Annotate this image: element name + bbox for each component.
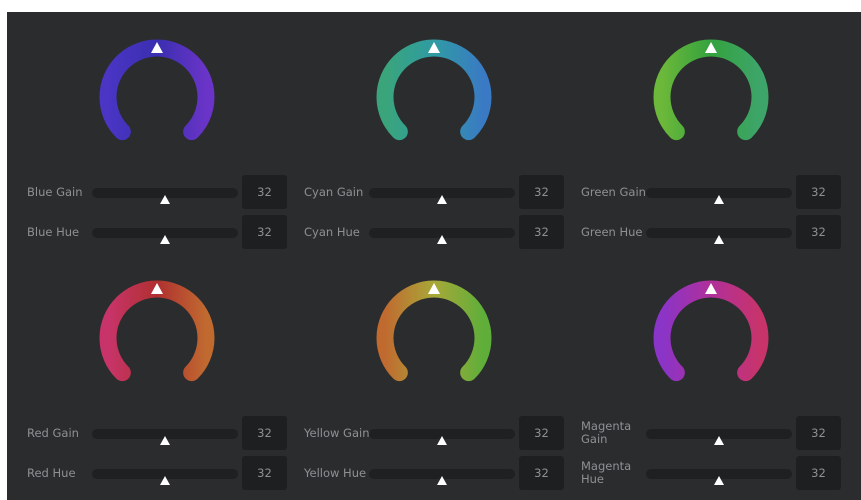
cyan-hue-value-field[interactable]: 32 <box>519 215 564 249</box>
yellow-color-group: Yellow Gain 32 Yellow Hue 32 <box>284 253 564 494</box>
magenta-dial-arc[interactable] <box>653 280 769 382</box>
cyan-gain-row: Cyan Gain 32 <box>284 175 564 209</box>
cyan-hue-label: Cyan Hue <box>304 224 360 239</box>
red-gain-value-field[interactable]: 32 <box>242 416 287 450</box>
green-hue-dial[interactable] <box>641 35 779 155</box>
red-hue-dial[interactable] <box>87 276 225 396</box>
blue-dial-arc[interactable] <box>99 39 215 141</box>
green-gain-label: Green Gain <box>581 184 646 199</box>
green-hue-label: Green Hue <box>581 224 643 239</box>
cyan-hue-row: Cyan Hue 32 <box>284 215 564 249</box>
magenta-hue-row: Magenta Hue 32 <box>561 456 841 490</box>
red-gain-row: Red Gain 32 <box>7 416 287 450</box>
magenta-gain-value-field[interactable]: 32 <box>796 416 841 450</box>
blue-hue-dial[interactable] <box>87 35 225 155</box>
color-adjustment-panel: Blue Gain 32 Blue Hue 32 Cyan Gain 32 Cyan Hue… <box>7 12 861 500</box>
blue-gain-label: Blue Gain <box>27 184 83 199</box>
cyan-color-group: Cyan Gain 32 Cyan Hue 32 <box>284 12 564 253</box>
blue-hue-row: Blue Hue 32 <box>7 215 287 249</box>
red-gain-slider-thumb[interactable] <box>160 436 170 445</box>
green-dial-arc[interactable] <box>653 39 769 141</box>
green-gain-slider-thumb[interactable] <box>714 195 724 204</box>
red-hue-value-field[interactable]: 32 <box>242 456 287 490</box>
red-dial-arc[interactable] <box>99 280 215 382</box>
yellow-hue-value-field[interactable]: 32 <box>519 456 564 490</box>
cyan-gain-slider-thumb[interactable] <box>437 195 447 204</box>
blue-hue-label: Blue Hue <box>27 224 80 239</box>
yellow-gain-label: Yellow Gain <box>304 425 370 440</box>
magenta-hue-value-field[interactable]: 32 <box>796 456 841 490</box>
green-gain-value-field[interactable]: 32 <box>796 175 841 209</box>
yellow-gain-value-field[interactable]: 32 <box>519 416 564 450</box>
cyan-hue-dial[interactable] <box>364 35 502 155</box>
blue-gain-value-field[interactable]: 32 <box>242 175 287 209</box>
blue-hue-slider-thumb[interactable] <box>160 235 170 244</box>
green-gain-row: Green Gain 32 <box>561 175 841 209</box>
cyan-gain-value-field[interactable]: 32 <box>519 175 564 209</box>
green-hue-row: Green Hue 32 <box>561 215 841 249</box>
green-hue-slider-thumb[interactable] <box>714 235 724 244</box>
magenta-gain-label: Magenta Gain <box>581 419 632 446</box>
yellow-gain-slider-thumb[interactable] <box>437 436 447 445</box>
yellow-dial-arc[interactable] <box>376 280 492 382</box>
cyan-hue-slider-thumb[interactable] <box>437 235 447 244</box>
magenta-gain-row: Magenta Gain 32 <box>561 416 841 450</box>
red-hue-row: Red Hue 32 <box>7 456 287 490</box>
magenta-hue-label: Magenta Hue <box>581 459 632 486</box>
cyan-gain-label: Cyan Gain <box>304 184 364 199</box>
magenta-hue-dial[interactable] <box>641 276 779 396</box>
green-hue-value-field[interactable]: 32 <box>796 215 841 249</box>
magenta-gain-slider-thumb[interactable] <box>714 436 724 445</box>
yellow-hue-slider-thumb[interactable] <box>437 476 447 485</box>
red-gain-label: Red Gain <box>27 425 79 440</box>
cyan-dial-arc[interactable] <box>376 39 492 141</box>
red-color-group: Red Gain 32 Red Hue 32 <box>7 253 287 494</box>
red-hue-slider-thumb[interactable] <box>160 476 170 485</box>
magenta-hue-slider-thumb[interactable] <box>714 476 724 485</box>
blue-color-group: Blue Gain 32 Blue Hue 32 <box>7 12 287 253</box>
magenta-color-group: Magenta Gain 32 Magenta Hue 32 <box>561 253 841 494</box>
yellow-hue-label: Yellow Hue <box>304 465 367 480</box>
red-hue-label: Red Hue <box>27 465 76 480</box>
blue-gain-slider-thumb[interactable] <box>160 195 170 204</box>
yellow-gain-row: Yellow Gain 32 <box>284 416 564 450</box>
yellow-hue-row: Yellow Hue 32 <box>284 456 564 490</box>
blue-gain-row: Blue Gain 32 <box>7 175 287 209</box>
green-color-group: Green Gain 32 Green Hue 32 <box>561 12 841 253</box>
yellow-hue-dial[interactable] <box>364 276 502 396</box>
blue-hue-value-field[interactable]: 32 <box>242 215 287 249</box>
